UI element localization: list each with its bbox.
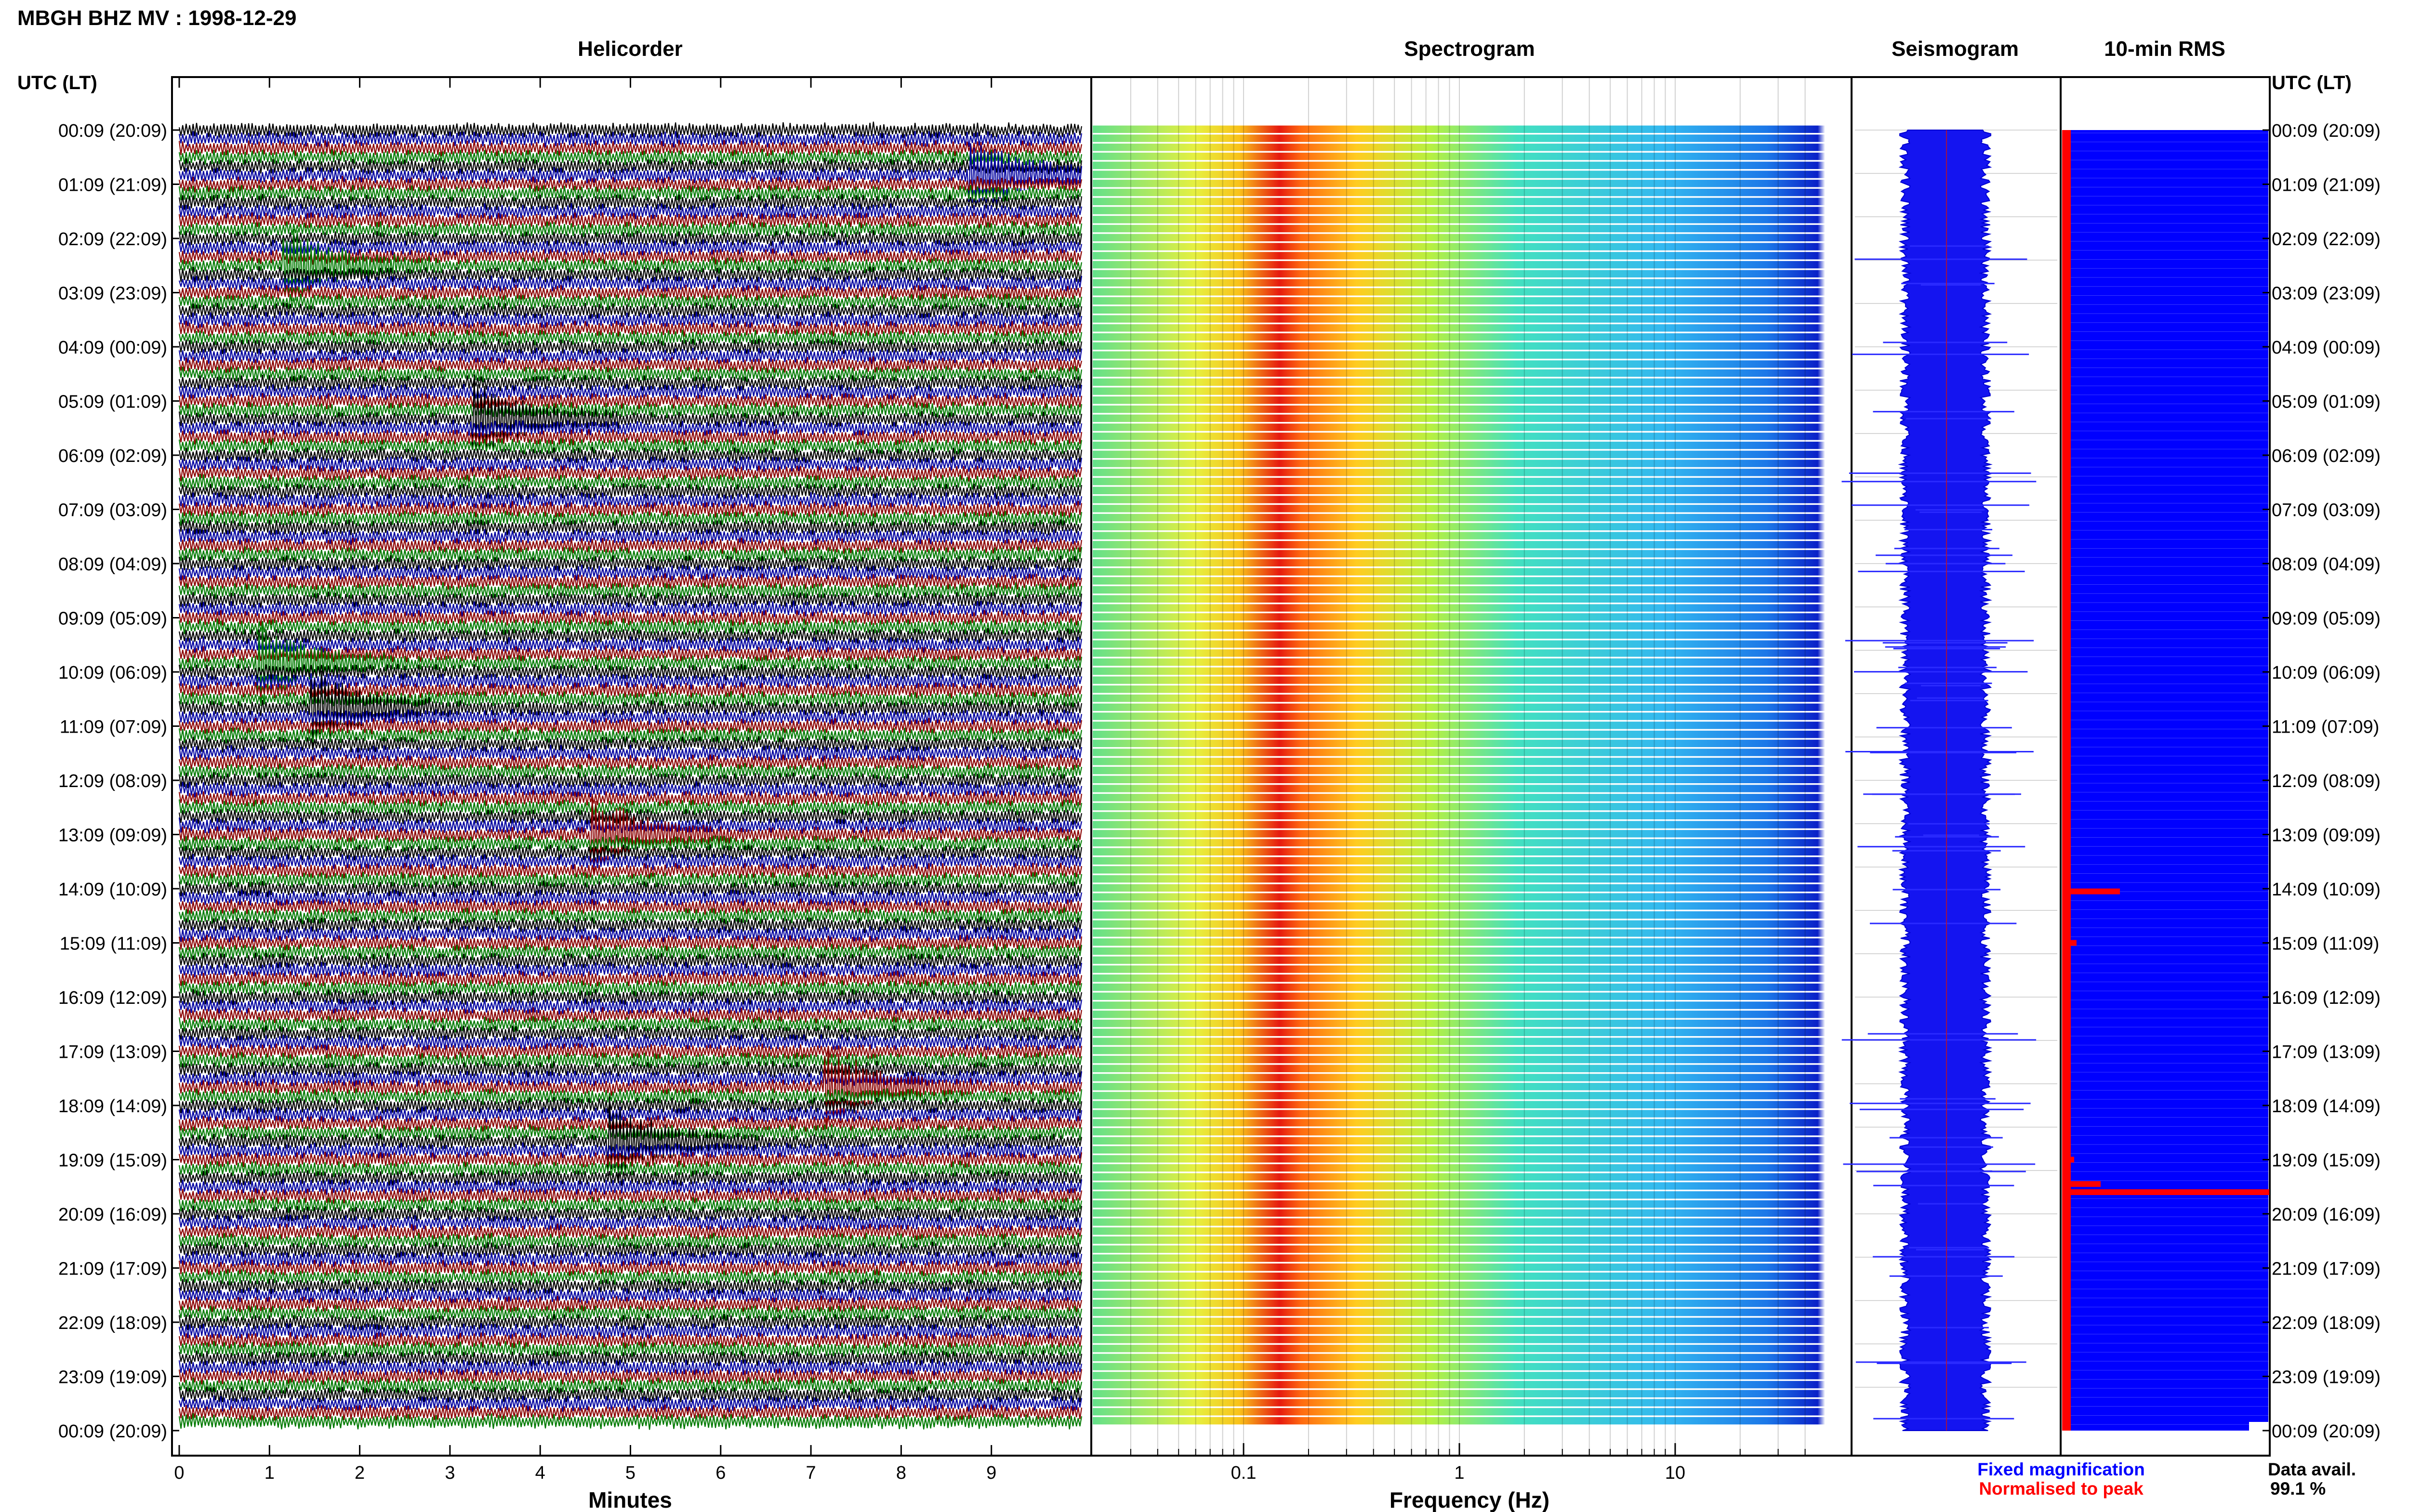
seismogram-plot (1841, 130, 2057, 1431)
row-label-right: 01:09 (21:09) (2272, 175, 2381, 196)
row-label-left: 00:09 (20:09) (58, 1421, 167, 1442)
row-label-right: 05:09 (01:09) (2272, 392, 2381, 412)
helicorder-trace-red (178, 793, 1083, 873)
row-label-left: 10:09 (06:09) (58, 663, 167, 683)
utc-label-left: UTC (LT) (17, 72, 97, 93)
row-label-left: 18:09 (14:09) (58, 1096, 167, 1117)
helicorder-tick-label: 4 (535, 1463, 545, 1483)
row-label-right: 14:09 (10:09) (2272, 880, 2381, 900)
row-label-right: 07:09 (03:09) (2272, 500, 2381, 521)
row-label-left: 06:09 (02:09) (58, 446, 167, 466)
row-label-left: 09:09 (05:09) (58, 609, 167, 629)
helicorder-trace-black (178, 670, 1083, 747)
rms-spike-bar (2062, 940, 2077, 946)
legend-normalised-to-peak: Normalised to peak (1979, 1479, 2144, 1499)
row-label-right: 04:09 (00:09) (2272, 338, 2381, 358)
helicorder-tick-label: 7 (806, 1463, 816, 1483)
row-label-left: 01:09 (21:09) (58, 175, 167, 196)
spectrogram-tick-label: 1 (1454, 1463, 1464, 1483)
rms-gap (2249, 1422, 2268, 1431)
helicorder-tick-label: 9 (986, 1463, 996, 1483)
data-avail-label: Data avail. (2268, 1459, 2356, 1479)
row-label-right: 11:09 (07:09) (2272, 717, 2379, 737)
row-label-right: 19:09 (15:09) (2272, 1151, 2381, 1171)
row-label-left: 00:09 (20:09) (58, 121, 167, 141)
helicorder-tick-label: 5 (625, 1463, 635, 1483)
helicorder-tick-label: 8 (896, 1463, 906, 1483)
row-label-left: 08:09 (04:09) (58, 554, 167, 575)
row-label-right: 00:09 (20:09) (2272, 1421, 2381, 1442)
row-label-left: 04:09 (00:09) (58, 338, 167, 358)
seismic-figure: MBGH BHZ MV : 1998-12-29 UTC (LT) UTC (L… (17, 6, 2381, 1512)
row-label-left: 12:09 (08:09) (58, 771, 167, 791)
helicorder-title: Helicorder (578, 37, 683, 61)
row-label-right: 17:09 (13:09) (2272, 1042, 2381, 1063)
spectrogram-tick-label: 0.1 (1231, 1463, 1257, 1483)
row-label-left: 17:09 (13:09) (58, 1042, 167, 1063)
rms-plot (2062, 130, 2269, 1431)
row-label-right: 03:09 (23:09) (2272, 284, 2381, 304)
row-label-left: 16:09 (12:09) (58, 988, 167, 1008)
helicorder-tick-label: 6 (715, 1463, 726, 1483)
row-label-right: 21:09 (17:09) (2272, 1259, 2381, 1279)
row-label-right: 16:09 (12:09) (2272, 988, 2381, 1008)
row-label-right: 06:09 (02:09) (2272, 446, 2381, 466)
helicorder-tick-label: 1 (265, 1463, 275, 1483)
spectrogram-tick-label: 10 (1665, 1463, 1685, 1483)
row-label-left: 19:09 (15:09) (58, 1151, 167, 1171)
helicorder-tick-label: 0 (174, 1463, 184, 1483)
row-label-right: 15:09 (11:09) (2272, 934, 2379, 954)
helicorder-xlabel: Minutes (588, 1487, 672, 1512)
helicorder-plot (178, 121, 1083, 1430)
row-label-left: 23:09 (19:09) (58, 1367, 167, 1388)
spectrogram-plot (1093, 77, 1825, 1456)
row-label-left: 15:09 (11:09) (60, 934, 167, 954)
helicorder-tick-label: 2 (355, 1463, 365, 1483)
row-label-left: 20:09 (16:09) (58, 1205, 167, 1225)
helicorder-trace-green (178, 1413, 1083, 1430)
row-label-right: 13:09 (09:09) (2272, 826, 2381, 846)
row-label-left: 14:09 (10:09) (58, 880, 167, 900)
row-label-right: 09:09 (05:09) (2272, 609, 2381, 629)
helicorder-tick-label: 3 (445, 1463, 455, 1483)
page-title: MBGH BHZ MV : 1998-12-29 (17, 6, 296, 30)
row-label-right: 08:09 (04:09) (2272, 554, 2381, 575)
row-label-right: 00:09 (20:09) (2272, 121, 2381, 141)
row-label-right: 23:09 (19:09) (2272, 1367, 2381, 1388)
row-label-right: 22:09 (18:09) (2272, 1313, 2381, 1333)
seismogram-title: Seismogram (1892, 37, 2019, 61)
utc-label-right: UTC (LT) (2272, 72, 2352, 93)
row-label-right: 18:09 (14:09) (2272, 1096, 2381, 1117)
row-label-left: 03:09 (23:09) (58, 284, 167, 304)
rms-fixed-bars (2062, 130, 2268, 1431)
row-label-right: 10:09 (06:09) (2272, 663, 2381, 683)
row-label-left: 22:09 (18:09) (58, 1313, 167, 1333)
row-label-right: 02:09 (22:09) (2272, 229, 2381, 250)
rms-normalised-bars (2062, 130, 2071, 1431)
row-label-left: 07:09 (03:09) (58, 500, 167, 521)
row-label-left: 02:09 (22:09) (58, 229, 167, 250)
rms-spike-bar (2062, 1181, 2101, 1187)
row-label-right: 12:09 (08:09) (2272, 771, 2381, 791)
row-label-left: 11:09 (07:09) (60, 717, 167, 737)
row-label-right: 20:09 (16:09) (2272, 1205, 2381, 1225)
row-label-left: 21:09 (17:09) (58, 1259, 167, 1279)
spectrogram-xlabel: Frequency (Hz) (1390, 1487, 1549, 1512)
helicorder-trace-red (178, 1050, 1083, 1125)
spectrogram-title: Spectrogram (1404, 37, 1535, 61)
rms-spike-bar (2062, 888, 2120, 894)
data-avail-value: 99.1 % (2270, 1479, 2326, 1499)
rms-title: 10-min RMS (2104, 37, 2225, 61)
seismogram-trace (1898, 130, 1993, 1431)
rms-spike-bar (2062, 1189, 2269, 1195)
row-label-left: 13:09 (09:09) (58, 826, 167, 846)
row-label-left: 05:09 (01:09) (58, 392, 167, 412)
legend-fixed-magnification: Fixed magnification (1977, 1459, 2144, 1479)
rms-spike-bar (2062, 1157, 2074, 1163)
